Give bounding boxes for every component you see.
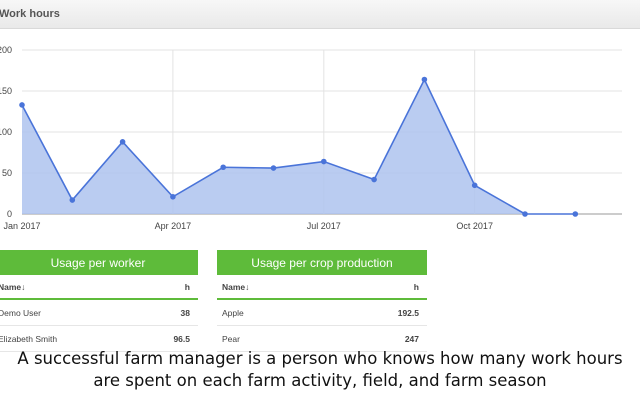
workers-table-title: Usage per worker	[0, 250, 198, 275]
crops-table-header: Name↓ h	[217, 275, 427, 300]
work-hours-chart: 0 50 100 150 200 Jan 2017 Apr 2017 Jul 2017 Oct …	[0, 45, 622, 231]
data-point	[471, 182, 478, 189]
crop-name: Apple	[222, 307, 244, 318]
name-column-header[interactable]: Name↓	[0, 282, 25, 292]
name-column-header[interactable]: Name↓	[222, 282, 249, 292]
hours-column-header[interactable]: h	[414, 282, 419, 292]
worker-name: Demo User	[0, 307, 41, 318]
caption-line-1: A successful farm manager is a person wh…	[17, 349, 623, 368]
data-point	[421, 76, 428, 83]
worker-hours: 38	[180, 307, 190, 318]
crop-hours: 192.5	[397, 307, 419, 318]
y-tick-label: 200	[0, 45, 12, 55]
panel-header: Work hours	[0, 0, 640, 29]
data-point	[321, 158, 327, 165]
data-point	[69, 197, 76, 203]
worker-hours: 96.5	[173, 333, 190, 344]
data-point	[19, 102, 25, 108]
data-point	[371, 176, 377, 183]
x-tick-label: Jul 2017	[307, 221, 341, 231]
caption: A successful farm manager is a person wh…	[0, 348, 640, 392]
data-point	[220, 164, 226, 171]
data-point	[170, 193, 176, 200]
workers-table-header: Name↓ h	[0, 275, 198, 300]
series-area	[22, 79, 576, 214]
data-point	[522, 211, 528, 217]
x-tick-label: Jan 2017	[3, 221, 40, 231]
table-row: Apple 192.5	[217, 300, 427, 326]
caption-line-2: are spent on each farm activity, field, …	[93, 371, 547, 390]
data-point	[572, 211, 579, 217]
x-tick-label: Apr 2017	[155, 221, 192, 231]
y-tick-label: 100	[0, 127, 12, 137]
crops-table-title: Usage per crop production	[217, 250, 427, 275]
y-tick-label: 0	[7, 209, 12, 219]
crops-table: Usage per crop production Name↓ h Apple …	[217, 250, 427, 352]
y-tick-label: 50	[2, 168, 12, 178]
data-point	[119, 139, 126, 145]
x-tick-label: Oct 2017	[456, 221, 493, 231]
workers-table: Usage per worker Name↓ h Demo User 38 El…	[0, 250, 198, 352]
data-point	[270, 165, 277, 171]
hours-column-header[interactable]: h	[185, 282, 190, 292]
y-tick-label: 150	[0, 86, 12, 96]
panel-title: Work hours	[0, 8, 60, 20]
crop-name: Pear	[222, 333, 240, 344]
worker-name: Elizabeth Smith	[0, 333, 58, 344]
table-row: Demo User 38	[0, 300, 198, 326]
crop-hours: 247	[404, 333, 419, 344]
